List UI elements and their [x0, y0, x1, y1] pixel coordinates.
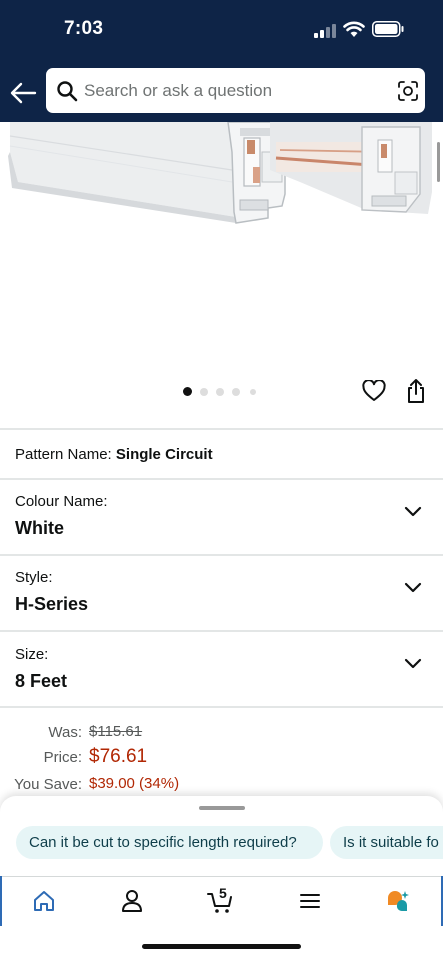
chevron-down-icon: [404, 658, 422, 669]
wifi-icon: [343, 21, 365, 37]
carousel-dot[interactable]: [216, 388, 224, 396]
app-header: 7:03: [0, 0, 443, 122]
chevron-down-icon: [404, 582, 422, 593]
divider: [0, 428, 443, 430]
pattern-name-row: Pattern Name: Single Circuit: [15, 446, 213, 463]
pattern-name-value: Single Circuit: [115, 446, 213, 463]
camera-icon[interactable]: [397, 80, 419, 102]
heart-icon[interactable]: [362, 380, 386, 402]
size-selector[interactable]: Size: 8 Feet: [0, 632, 443, 706]
track-rail-image: [8, 122, 432, 224]
account-icon[interactable]: [117, 886, 147, 916]
size-label: Size:: [15, 646, 49, 663]
search-icon: [57, 81, 78, 102]
you-save-label: You Save:: [14, 776, 82, 793]
back-arrow-icon[interactable]: [8, 78, 38, 108]
carousel-dot[interactable]: [250, 389, 256, 395]
suggestion-chip[interactable]: Can it be cut to specific length require…: [16, 826, 323, 859]
you-save-value: $39.00 (34%): [89, 775, 180, 792]
status-time: 7:03: [64, 18, 104, 39]
home-indicator: [142, 944, 301, 949]
colour-selector[interactable]: Colour Name: White: [0, 480, 443, 554]
colour-name-label: Colour Name:: [15, 493, 108, 510]
share-icon[interactable]: [405, 378, 427, 404]
battery-icon: [372, 21, 404, 37]
chevron-down-icon: [404, 506, 422, 517]
home-icon[interactable]: [29, 886, 59, 916]
rufus-icon[interactable]: [383, 886, 413, 916]
size-value: 8 Feet: [15, 671, 68, 691]
status-bar: 7:03: [0, 0, 443, 60]
menu-icon[interactable]: [295, 886, 325, 916]
divider: [0, 706, 443, 708]
style-selector[interactable]: Style: H-Series: [0, 556, 443, 630]
carousel-dot-active[interactable]: [183, 387, 192, 396]
product-image[interactable]: [0, 122, 443, 370]
current-price: $76.61: [89, 746, 148, 767]
search-input[interactable]: [84, 68, 384, 113]
search-bar[interactable]: [46, 68, 425, 113]
was-price: $115.61: [89, 723, 143, 740]
carousel-dot[interactable]: [232, 388, 240, 396]
cart-count-badge: 5: [219, 885, 227, 901]
suggestion-chip[interactable]: Is it suitable fo: [330, 826, 443, 859]
carousel-dot[interactable]: [200, 388, 208, 396]
image-scroll-indicator: [437, 142, 440, 182]
cellular-signal-icon: [314, 22, 338, 38]
sheet-grabber[interactable]: [199, 806, 245, 810]
price-label: Price:: [43, 749, 82, 766]
pattern-name-label: Pattern Name:: [15, 446, 112, 463]
was-label: Was:: [48, 724, 82, 741]
style-value: H-Series: [15, 594, 89, 614]
style-label: Style:: [15, 569, 53, 586]
colour-name-value: White: [15, 518, 64, 538]
